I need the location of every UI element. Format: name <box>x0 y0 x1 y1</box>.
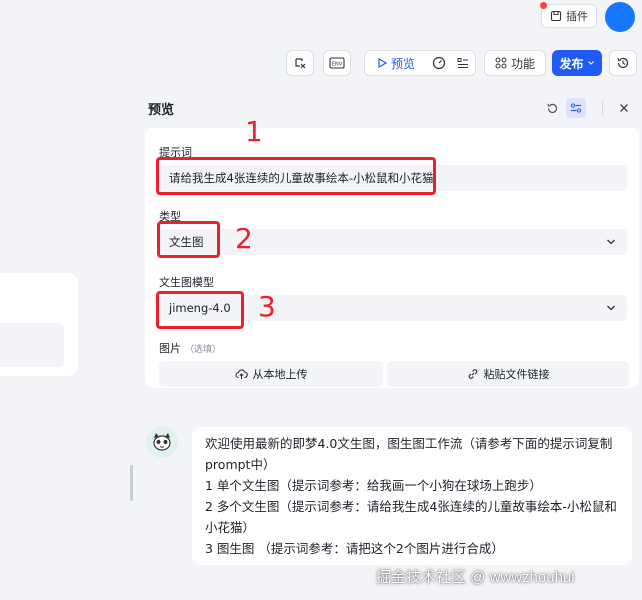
plugin-icon <box>550 10 562 22</box>
message-line: 欢迎使用最新的即梦4.0文生图，图生图工作流（请参考下面的提示词复制prompt… <box>205 436 613 472</box>
header-divider <box>602 101 603 115</box>
annotation-box-3 <box>156 291 244 329</box>
settings-toggle-button[interactable] <box>566 98 586 118</box>
toolbar: ENV 预览 功能 发布 <box>0 46 642 78</box>
annotation-number-1: 1 <box>245 115 263 148</box>
top-bar: 插件 <box>0 0 642 34</box>
chevron-down-icon <box>607 305 615 311</box>
env-icon: ENV <box>329 57 345 69</box>
message-line: 1 单个文生图（提示词参考：给我画一个小狗在球场上跑步） <box>205 478 542 493</box>
upload-local-button[interactable]: 从本地上传 <box>159 361 383 387</box>
link-icon <box>468 369 477 379</box>
watermark: 掘金技术社区 @ wwwzhouhui <box>376 569 575 586</box>
paste-link-label: 粘贴文件链接 <box>483 368 550 381</box>
debug-button[interactable] <box>427 51 451 75</box>
annotation-box-2 <box>157 221 220 258</box>
upload-local-label: 从本地上传 <box>252 368 308 381</box>
bot-message: 欢迎使用最新的即梦4.0文生图，图生图工作流（请参考下面的提示词复制prompt… <box>192 427 632 565</box>
clear-format-icon <box>295 58 306 69</box>
bot-avatar <box>146 426 178 458</box>
canvas-node-field <box>0 323 64 367</box>
env-button[interactable]: ENV <box>323 50 351 76</box>
image-label-text: 图片 <box>159 342 181 355</box>
image-optional-hint: （选填） <box>185 345 222 355</box>
panel-title: 预览 <box>148 103 175 118</box>
canvas-node-card[interactable] <box>0 273 78 376</box>
image-label: 图片 （选填） <box>159 340 221 356</box>
cloud-upload-icon <box>234 369 248 379</box>
plugin-button[interactable]: 插件 <box>540 2 597 28</box>
annotation-number-2: 2 <box>235 222 253 255</box>
model-label: 文生图模型 <box>159 276 214 289</box>
log-button[interactable] <box>451 51 475 75</box>
history-button[interactable] <box>609 50 637 76</box>
preview-label: 预览 <box>390 56 415 71</box>
function-button[interactable]: 功能 <box>484 50 546 76</box>
history-icon <box>617 57 629 69</box>
close-icon <box>620 104 628 112</box>
resize-handle[interactable] <box>130 465 133 501</box>
plugin-label: 插件 <box>566 10 588 23</box>
chevron-down-icon <box>607 239 615 245</box>
type-select[interactable]: 文生图 <box>159 229 627 255</box>
paste-link-button[interactable]: 粘贴文件链接 <box>387 361 629 387</box>
svg-text:ENV: ENV <box>332 62 343 68</box>
refresh-button[interactable] <box>542 98 562 118</box>
function-label: 功能 <box>510 56 535 71</box>
preview-button[interactable]: 预览 <box>365 51 427 75</box>
publish-label: 发布 <box>559 56 584 71</box>
annotation-number-3: 3 <box>258 290 276 323</box>
panel-header: 预览 <box>136 87 642 127</box>
chevron-down-icon <box>587 61 594 65</box>
publish-button[interactable]: 发布 <box>552 50 602 76</box>
annotation-box-1 <box>156 157 436 195</box>
gauge-icon <box>432 56 446 70</box>
sliders-icon <box>570 103 582 113</box>
preview-group: 预览 <box>364 50 476 76</box>
message-line: 2 多个文生图（提示词参考：请给我生成4张连续的儿童故事绘本-小松鼠和小花猫） <box>205 499 617 535</box>
close-button[interactable] <box>614 98 634 118</box>
message-line: 3 图生图 （提示词参考：请把这个2个图片进行合成） <box>205 541 504 556</box>
bot-face-icon <box>153 433 171 451</box>
clear-format-button[interactable] <box>286 50 314 76</box>
user-avatar[interactable] <box>605 2 635 32</box>
notification-dot <box>540 2 547 9</box>
grid-icon <box>495 57 507 69</box>
list-icon <box>457 58 468 69</box>
refresh-icon <box>546 103 557 113</box>
play-icon <box>378 58 387 68</box>
